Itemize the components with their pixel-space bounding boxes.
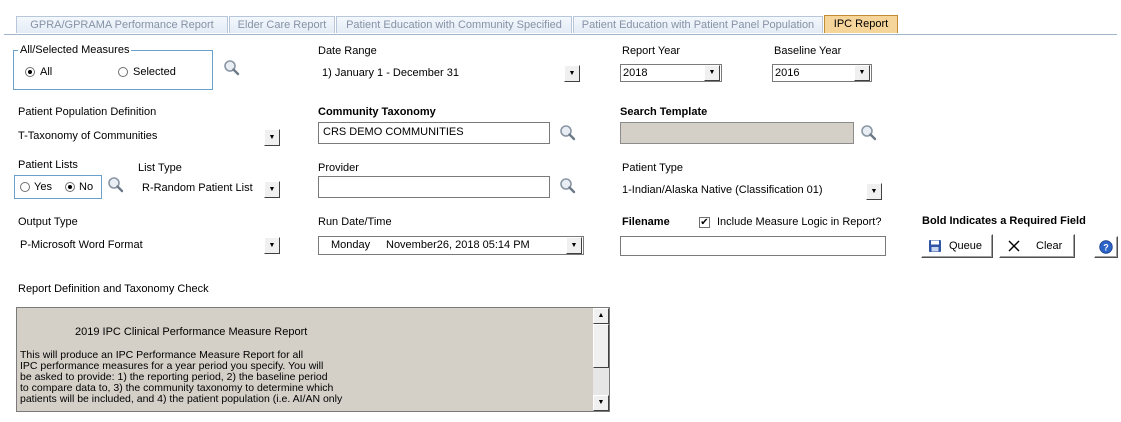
patient-lists-yes-label[interactable]: Yes xyxy=(34,181,52,193)
include-logic-checkbox[interactable]: ✔ xyxy=(699,217,710,228)
patient-lists-no-radio[interactable] xyxy=(65,182,75,192)
list-type-label: List Type xyxy=(138,162,182,174)
selected-measures-radio[interactable] xyxy=(118,67,128,77)
run-date-value: November26, 2018 05:14 PM xyxy=(386,239,530,251)
all-measures-label[interactable]: All xyxy=(40,66,52,78)
patient-type-value: 1-Indian/Alaska Native (Classification 0… xyxy=(622,184,823,196)
measures-search-icon[interactable] xyxy=(222,58,242,78)
run-date-picker[interactable]: Monday November26, 2018 05:14 PM ▼ xyxy=(318,236,584,255)
patient-lists-yes-radio[interactable] xyxy=(20,182,30,192)
report-year-select[interactable]: 2018 ▼ xyxy=(620,64,722,82)
search-template-search-icon[interactable] xyxy=(859,123,879,143)
output-type-label: Output Type xyxy=(18,216,78,228)
output-type-value: P-Microsoft Word Format xyxy=(20,239,143,251)
list-type-select[interactable]: R-Random Patient List ▼ xyxy=(140,178,284,199)
definition-body: This will produce an IPC Performance Mea… xyxy=(20,350,342,405)
search-template-field xyxy=(620,122,854,144)
search-template-label: Search Template xyxy=(620,106,708,118)
provider-search-icon[interactable] xyxy=(558,176,578,196)
patient-type-select[interactable]: 1-Indian/Alaska Native (Classification 0… xyxy=(620,180,886,201)
community-search-icon[interactable] xyxy=(558,123,578,143)
patient-type-label: Patient Type xyxy=(622,162,683,174)
tab-elder-care[interactable]: Elder Care Report xyxy=(229,16,335,33)
svg-text:?: ? xyxy=(1103,243,1109,253)
run-date-day: Monday xyxy=(331,239,371,251)
community-taxonomy-label: Community Taxonomy xyxy=(318,106,436,118)
save-disk-icon xyxy=(929,240,941,252)
scroll-down-icon[interactable]: ▼ xyxy=(593,395,609,411)
run-date-label: Run Date/Time xyxy=(318,216,392,228)
measures-legend: All/Selected Measures xyxy=(18,44,132,56)
population-select[interactable]: T-Taxonomy of Communities ▼ xyxy=(18,126,284,147)
date-range-dropdown-icon[interactable]: ▼ xyxy=(564,65,580,82)
date-range-value: 1) January 1 - December 31 xyxy=(322,67,459,79)
date-range-select[interactable]: 1) January 1 - December 31 ▼ xyxy=(318,63,582,84)
definition-textarea[interactable]: 2019 IPC Clinical Performance Measure Re… xyxy=(16,307,610,412)
patient-lists-label: Patient Lists xyxy=(18,159,78,171)
baseline-year-select[interactable]: 2016 ▼ xyxy=(772,64,872,82)
community-taxonomy-field[interactable]: CRS DEMO COMMUNITIES xyxy=(318,122,550,144)
list-type-value: R-Random Patient List xyxy=(142,182,253,194)
tab-bar: GPRA/GPRAMA Performance Report Elder Car… xyxy=(0,0,1121,35)
report-year-label: Report Year xyxy=(622,45,681,57)
include-logic-label[interactable]: Include Measure Logic in Report? xyxy=(717,216,881,228)
help-icon: ? xyxy=(1099,240,1113,254)
required-field-note: Bold Indicates a Required Field xyxy=(922,215,1086,227)
population-value: T-Taxonomy of Communities xyxy=(18,130,158,142)
tab-ipc-report[interactable]: IPC Report xyxy=(824,15,898,33)
list-type-dropdown-icon[interactable]: ▼ xyxy=(264,181,280,198)
baseline-year-value: 2016 xyxy=(775,67,800,79)
date-range-label: Date Range xyxy=(318,45,377,57)
clear-button-label: Clear xyxy=(1036,240,1063,252)
definition-title: 2019 IPC Clinical Performance Measure Re… xyxy=(75,326,308,338)
patient-lists-search-icon[interactable] xyxy=(106,175,126,195)
patient-type-dropdown-icon[interactable]: ▼ xyxy=(866,183,882,200)
population-label: Patient Population Definition xyxy=(18,106,157,118)
help-button[interactable]: ? xyxy=(1094,236,1118,258)
queue-button[interactable]: Queue xyxy=(921,234,993,258)
definition-label: Report Definition and Taxonomy Check xyxy=(18,283,209,295)
clear-x-icon xyxy=(1008,240,1020,252)
report-year-value: 2018 xyxy=(623,67,648,79)
tab-patient-education-panel[interactable]: Patient Education with Patient Panel Pop… xyxy=(573,16,823,33)
run-date-dropdown-icon[interactable]: ▼ xyxy=(566,237,582,254)
selected-measures-label[interactable]: Selected xyxy=(133,66,176,78)
definition-scrollbar[interactable]: ▲ ▼ xyxy=(593,308,609,411)
population-dropdown-icon[interactable]: ▼ xyxy=(264,129,280,146)
patient-lists-no-label[interactable]: No xyxy=(79,181,93,193)
filename-field[interactable] xyxy=(620,236,886,256)
filename-label: Filename xyxy=(622,216,670,228)
report-year-dropdown-icon[interactable]: ▼ xyxy=(704,65,720,81)
baseline-year-dropdown-icon[interactable]: ▼ xyxy=(854,65,870,81)
definition-line: patients will be included, and 4) the pa… xyxy=(20,393,343,405)
baseline-year-label: Baseline Year xyxy=(774,45,842,57)
output-type-dropdown-icon[interactable]: ▼ xyxy=(264,237,280,254)
provider-field[interactable] xyxy=(318,176,550,198)
output-type-select[interactable]: P-Microsoft Word Format ▼ xyxy=(18,235,284,256)
scroll-thumb[interactable] xyxy=(593,324,609,368)
queue-button-label: Queue xyxy=(949,240,983,252)
provider-label: Provider xyxy=(318,162,359,174)
clear-button[interactable]: Clear xyxy=(999,234,1075,258)
tab-gpra[interactable]: GPRA/GPRAMA Performance Report xyxy=(16,16,228,33)
scroll-up-icon[interactable]: ▲ xyxy=(593,308,609,324)
all-measures-radio[interactable] xyxy=(25,67,35,77)
tab-patient-education-community[interactable]: Patient Education with Community Specifi… xyxy=(336,16,572,33)
